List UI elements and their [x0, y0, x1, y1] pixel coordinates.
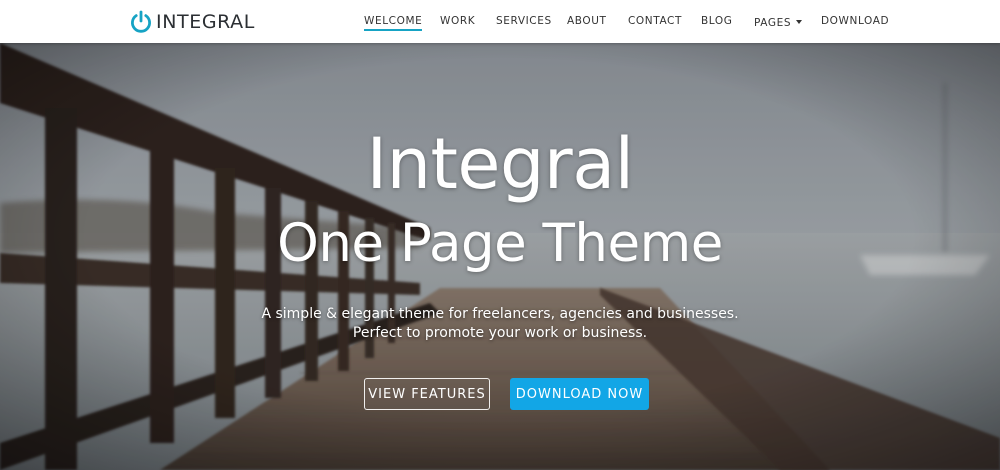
hero-subtitle-line2: Perfect to promote your work or business…: [352, 325, 648, 341]
caret-down-icon: [796, 20, 803, 24]
view-features-button[interactable]: VIEW FEATURES: [364, 378, 490, 410]
nav-contact[interactable]: CONTACT: [628, 15, 682, 28]
hero-section: Integral One Page Theme A simple & elega…: [0, 43, 1000, 470]
nav-work[interactable]: WORK: [440, 15, 475, 28]
nav-pages[interactable]: PAGES: [754, 17, 791, 29]
nav-about[interactable]: ABOUT: [567, 15, 607, 28]
nav-pages-dropdown[interactable]: PAGES: [754, 15, 803, 30]
main-nav: WELCOME WORK SERVICES ABOUT CONTACT BLOG…: [0, 0, 1000, 43]
hero-subtitle-line1: A simple & elegant theme for freelancers…: [261, 306, 739, 322]
hero-title-line2: One Page Theme: [277, 213, 723, 274]
nav-download[interactable]: DOWNLOAD: [821, 15, 889, 28]
nav-welcome[interactable]: WELCOME: [364, 15, 423, 31]
hero-title-line1: Integral: [366, 123, 634, 205]
download-now-button[interactable]: DOWNLOAD NOW: [510, 378, 649, 410]
navbar: INTEGRAL WELCOME WORK SERVICES ABOUT CON…: [0, 0, 1000, 43]
nav-blog[interactable]: BLOG: [701, 15, 732, 28]
nav-services[interactable]: SERVICES: [496, 15, 552, 28]
